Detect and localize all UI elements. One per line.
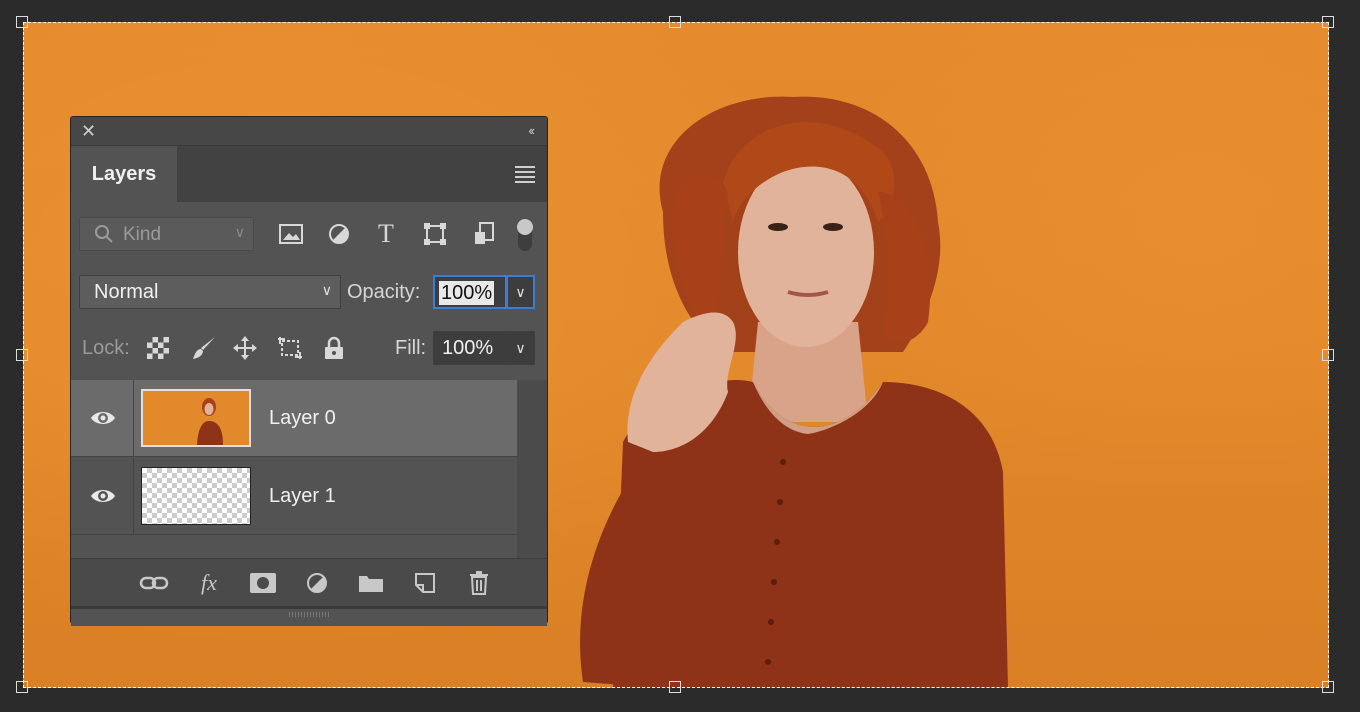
collapse-icon[interactable]: ‹‹: [528, 123, 535, 138]
fill-value: 100%: [442, 337, 494, 359]
layers-list: Layer 0 Layer 1: [71, 380, 517, 560]
lock-label: Lock:: [82, 337, 130, 359]
layer-style-fx-icon[interactable]: fx: [194, 569, 224, 597]
transform-handle-bottom-center[interactable]: [669, 681, 681, 693]
opacity-input[interactable]: 100%: [433, 275, 507, 309]
layers-bottom-toolbar: fx: [71, 558, 547, 607]
opacity-label: Opacity:: [347, 281, 421, 303]
chevron-down-icon: ∨: [515, 340, 526, 356]
blend-mode-value: Normal: [94, 281, 159, 303]
kind-filter-select[interactable]: Kind ∨: [79, 217, 254, 251]
type-filter-icon[interactable]: T: [371, 217, 401, 251]
panel-resize-grip[interactable]: [71, 606, 547, 626]
fill-dropdown-button[interactable]: ∨: [506, 331, 535, 365]
transform-handle-top-left[interactable]: [16, 16, 28, 28]
transform-handle-middle-left[interactable]: [16, 349, 28, 361]
lock-position-icon[interactable]: [232, 335, 258, 361]
transform-handle-top-center[interactable]: [669, 16, 681, 28]
adjustment-layer-icon[interactable]: [302, 569, 332, 597]
link-layers-icon[interactable]: [139, 569, 169, 597]
transform-handle-middle-right[interactable]: [1322, 349, 1334, 361]
image-filter-icon[interactable]: [276, 217, 306, 251]
filter-toggle-switch[interactable]: [517, 219, 533, 251]
fill-input[interactable]: 100%: [433, 331, 507, 365]
eye-visibility-icon[interactable]: [89, 406, 117, 430]
chevron-down-icon: ∨: [515, 284, 526, 300]
search-icon: [94, 224, 114, 250]
group-folder-icon[interactable]: [356, 569, 386, 597]
chevron-down-icon: ∨: [321, 282, 332, 298]
transform-handle-bottom-left[interactable]: [16, 681, 28, 693]
delete-layer-icon[interactable]: [464, 569, 494, 597]
adjustment-filter-icon[interactable]: [324, 217, 354, 251]
lock-artboard-icon[interactable]: [277, 335, 303, 361]
layer-name[interactable]: Layer 1: [269, 485, 336, 508]
add-mask-icon[interactable]: [248, 569, 278, 597]
panel-titlebar[interactable]: ✕ ‹‹: [71, 117, 547, 146]
new-layer-icon[interactable]: [410, 569, 440, 597]
transform-handle-bottom-right[interactable]: [1322, 681, 1334, 693]
layer-row-layer-1[interactable]: Layer 1: [71, 458, 517, 535]
layer-thumbnail-transparent: [141, 467, 251, 525]
opacity-dropdown-button[interactable]: ∨: [506, 275, 535, 309]
layer-thumbnail: [141, 389, 251, 447]
blend-mode-select[interactable]: Normal ∨: [79, 275, 341, 309]
opacity-value: 100%: [439, 281, 495, 305]
close-icon[interactable]: ✕: [81, 121, 96, 142]
eye-visibility-icon[interactable]: [89, 484, 117, 508]
chevron-down-icon: ∨: [234, 224, 245, 240]
shape-filter-icon[interactable]: [420, 217, 450, 251]
transform-handle-top-right[interactable]: [1322, 16, 1334, 28]
layer-name[interactable]: Layer 0: [269, 407, 336, 430]
lock-transparent-pixels-icon[interactable]: [145, 335, 171, 361]
lock-image-pixels-icon[interactable]: [191, 335, 217, 361]
layers-panel: ✕ ‹‹ Layers Kind ∨ T Normal ∨ Opacity: 1…: [70, 116, 548, 626]
smart-object-filter-icon[interactable]: [469, 217, 499, 251]
lock-all-icon[interactable]: [321, 335, 347, 361]
kind-filter-label: Kind: [123, 224, 162, 245]
tab-layers[interactable]: Layers: [71, 146, 177, 202]
panel-tab-row: Layers: [71, 146, 547, 202]
panel-menu-icon[interactable]: [515, 166, 535, 186]
layer-row-layer-0[interactable]: Layer 0: [71, 380, 517, 457]
fill-label: Fill:: [395, 337, 427, 359]
layers-scrollbar[interactable]: [517, 380, 547, 560]
